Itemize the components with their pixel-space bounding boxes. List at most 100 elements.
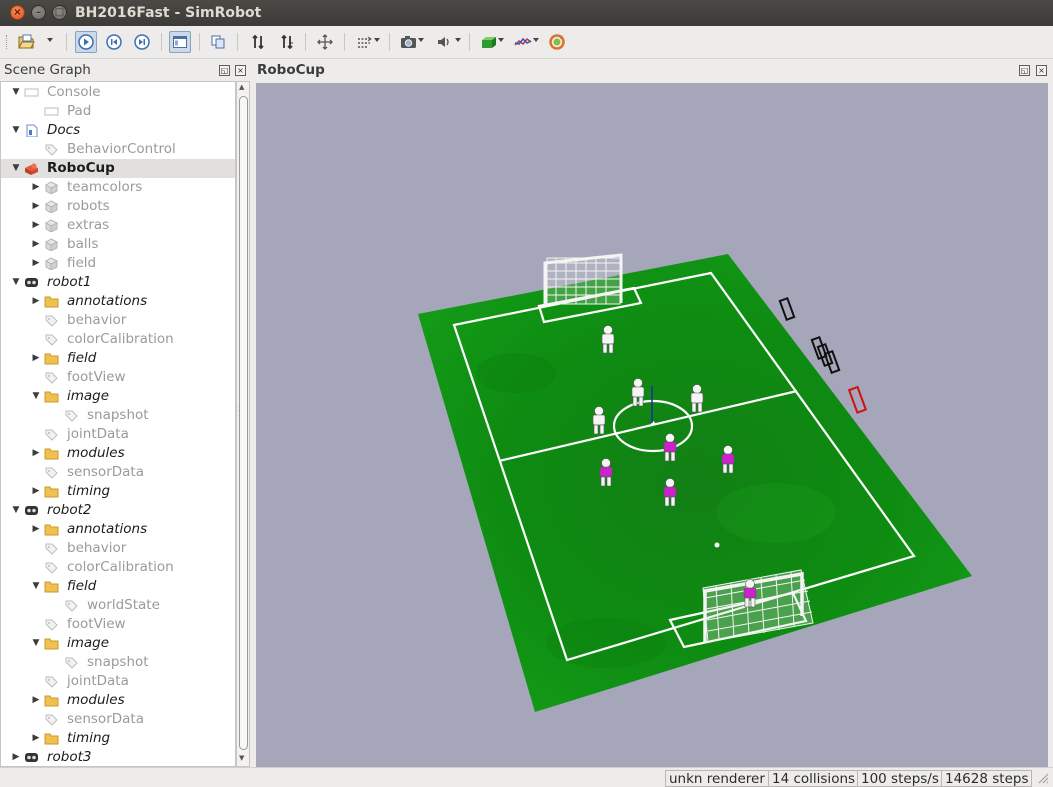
3d-scene-viewport[interactable] bbox=[256, 83, 1048, 767]
scene-graph-float-button[interactable]: ◱ bbox=[219, 65, 230, 76]
folder-icon bbox=[44, 695, 59, 707]
tree-item[interactable]: ▶ modules bbox=[1, 444, 235, 463]
drag-mode-dropdown-icon[interactable] bbox=[374, 38, 380, 42]
tree-item[interactable]: ▶ balls bbox=[1, 235, 235, 254]
expanded-arrow-icon[interactable]: ▼ bbox=[31, 634, 41, 653]
drag-plane-button[interactable] bbox=[247, 31, 269, 53]
soccer-field-scene[interactable] bbox=[256, 83, 1048, 767]
drag-mode-button[interactable] bbox=[354, 31, 376, 53]
tree-item[interactable]: colorCalibration bbox=[1, 330, 235, 349]
tree-item[interactable]: ▶ extras bbox=[1, 216, 235, 235]
tree-item[interactable]: ▶ robots bbox=[1, 197, 235, 216]
tree-item[interactable]: ▶ teamcolors bbox=[1, 178, 235, 197]
tree-item[interactable]: ▼ Console bbox=[1, 83, 235, 102]
dropdown-arrow-icon[interactable] bbox=[47, 38, 53, 42]
collapsed-arrow-icon[interactable]: ▶ bbox=[31, 235, 41, 254]
reset-camera-button[interactable] bbox=[546, 31, 568, 53]
collapsed-arrow-icon[interactable]: ▶ bbox=[31, 729, 41, 748]
close-icon: × bbox=[13, 6, 22, 18]
robocup-view-close-button[interactable]: × bbox=[1036, 65, 1047, 76]
tree-item[interactable]: ▼ image bbox=[1, 387, 235, 406]
tree-item[interactable]: ▶ robot3 bbox=[1, 748, 235, 766]
collapsed-arrow-icon[interactable]: ▶ bbox=[31, 216, 41, 235]
expanded-arrow-icon[interactable]: ▼ bbox=[11, 501, 21, 520]
tree-item[interactable]: sensorData bbox=[1, 710, 235, 729]
tree-item[interactable]: ▼ field bbox=[1, 577, 235, 596]
collapsed-arrow-icon[interactable]: ▶ bbox=[31, 178, 41, 197]
tree-item[interactable]: Pad bbox=[1, 102, 235, 121]
tree-item[interactable]: sensorData bbox=[1, 463, 235, 482]
render-mode-button[interactable] bbox=[478, 31, 500, 53]
window-maximize-button[interactable]: □ bbox=[52, 5, 67, 20]
tree-item[interactable]: behavior bbox=[1, 311, 235, 330]
sound-dropdown-icon[interactable] bbox=[455, 38, 461, 42]
robocup-view-title: RoboCup bbox=[257, 62, 325, 78]
expanded-arrow-icon[interactable]: ▼ bbox=[11, 121, 21, 140]
tree-item[interactable]: snapshot bbox=[1, 406, 235, 425]
scroll-up-icon[interactable]: ▲ bbox=[239, 83, 244, 91]
tree-item[interactable]: ▼ image bbox=[1, 634, 235, 653]
reset-camera-icon bbox=[549, 34, 565, 50]
move-button[interactable] bbox=[314, 31, 336, 53]
camera-button[interactable] bbox=[398, 31, 420, 53]
collapsed-arrow-icon[interactable]: ▶ bbox=[11, 748, 21, 766]
collapsed-arrow-icon[interactable]: ▶ bbox=[31, 691, 41, 710]
scene-graph-toggle-button[interactable] bbox=[169, 31, 191, 53]
expanded-arrow-icon[interactable]: ▼ bbox=[31, 387, 41, 406]
expanded-arrow-icon[interactable]: ▼ bbox=[11, 159, 21, 178]
tree-item[interactable]: ▶ timing bbox=[1, 729, 235, 748]
collapsed-arrow-icon[interactable]: ▶ bbox=[31, 197, 41, 216]
tree-item[interactable]: snapshot bbox=[1, 653, 235, 672]
scroll-down-icon[interactable]: ▼ bbox=[239, 754, 244, 762]
drag-reverse-button[interactable] bbox=[276, 31, 298, 53]
step-forward-button[interactable] bbox=[131, 31, 153, 53]
expanded-arrow-icon[interactable]: ▼ bbox=[11, 83, 21, 102]
collapsed-arrow-icon[interactable]: ▶ bbox=[31, 444, 41, 463]
camera-dropdown-icon[interactable] bbox=[418, 38, 424, 42]
tree-item[interactable]: ▼ robot2 bbox=[1, 501, 235, 520]
collapsed-arrow-icon[interactable]: ▶ bbox=[31, 520, 41, 539]
tree-item[interactable]: footView bbox=[1, 615, 235, 634]
tree-item[interactable]: ▶ field bbox=[1, 349, 235, 368]
tree-item[interactable]: jointData bbox=[1, 425, 235, 444]
toolbar-grip[interactable] bbox=[6, 35, 8, 49]
robocup-view-float-button[interactable]: ◱ bbox=[1019, 65, 1030, 76]
tree-item[interactable]: BehaviorControl bbox=[1, 140, 235, 159]
expanded-arrow-icon[interactable]: ▼ bbox=[11, 273, 21, 292]
tree-item[interactable]: ▶ timing bbox=[1, 482, 235, 501]
tree-item[interactable]: colorCalibration bbox=[1, 558, 235, 577]
tree-item[interactable]: jointData bbox=[1, 672, 235, 691]
plot-button[interactable] bbox=[512, 31, 534, 53]
collapsed-arrow-icon[interactable]: ▶ bbox=[31, 254, 41, 273]
tree-item[interactable]: ▶ field bbox=[1, 254, 235, 273]
sound-button[interactable] bbox=[433, 31, 455, 53]
plot-dropdown-icon[interactable] bbox=[533, 38, 539, 42]
scene-tree-scrollbar[interactable]: ▲ ▼ bbox=[236, 81, 250, 767]
tree-item[interactable]: footView bbox=[1, 368, 235, 387]
window-minimize-button[interactable]: – bbox=[31, 5, 46, 20]
tree-item[interactable]: ▼ Docs bbox=[1, 121, 235, 140]
step-back-button[interactable] bbox=[103, 31, 125, 53]
render-mode-dropdown-icon[interactable] bbox=[498, 38, 504, 42]
scene-tree[interactable]: ▼ Console Pad ▼ Docs BehaviorControl ▼ RoboCup ▶… bbox=[0, 81, 236, 767]
tree-item[interactable]: worldState bbox=[1, 596, 235, 615]
panel-splitter-handle[interactable]: · · · bbox=[238, 404, 244, 420]
play-button[interactable] bbox=[75, 31, 97, 53]
open-file-button[interactable] bbox=[15, 31, 37, 53]
scrollbar-thumb[interactable] bbox=[239, 96, 248, 750]
tree-item[interactable]: ▶ annotations bbox=[1, 292, 235, 311]
copy-button[interactable] bbox=[207, 31, 229, 53]
tree-item[interactable]: ▶ annotations bbox=[1, 520, 235, 539]
collapsed-arrow-icon[interactable]: ▶ bbox=[31, 292, 41, 311]
tree-item[interactable]: ▼ robot1 bbox=[1, 273, 235, 292]
tree-item[interactable]: ▶ modules bbox=[1, 691, 235, 710]
tree-item[interactable]: ▼ RoboCup bbox=[1, 159, 235, 178]
collapsed-arrow-icon[interactable]: ▶ bbox=[31, 349, 41, 368]
expanded-arrow-icon[interactable]: ▼ bbox=[31, 577, 41, 596]
collapsed-arrow-icon[interactable]: ▶ bbox=[31, 482, 41, 501]
resize-grip-icon[interactable] bbox=[1036, 771, 1050, 785]
window-close-button[interactable]: × bbox=[10, 5, 25, 20]
scene-graph-close-button[interactable]: × bbox=[235, 65, 246, 76]
tree-item-label: RoboCup bbox=[47, 160, 115, 176]
tree-item[interactable]: behavior bbox=[1, 539, 235, 558]
